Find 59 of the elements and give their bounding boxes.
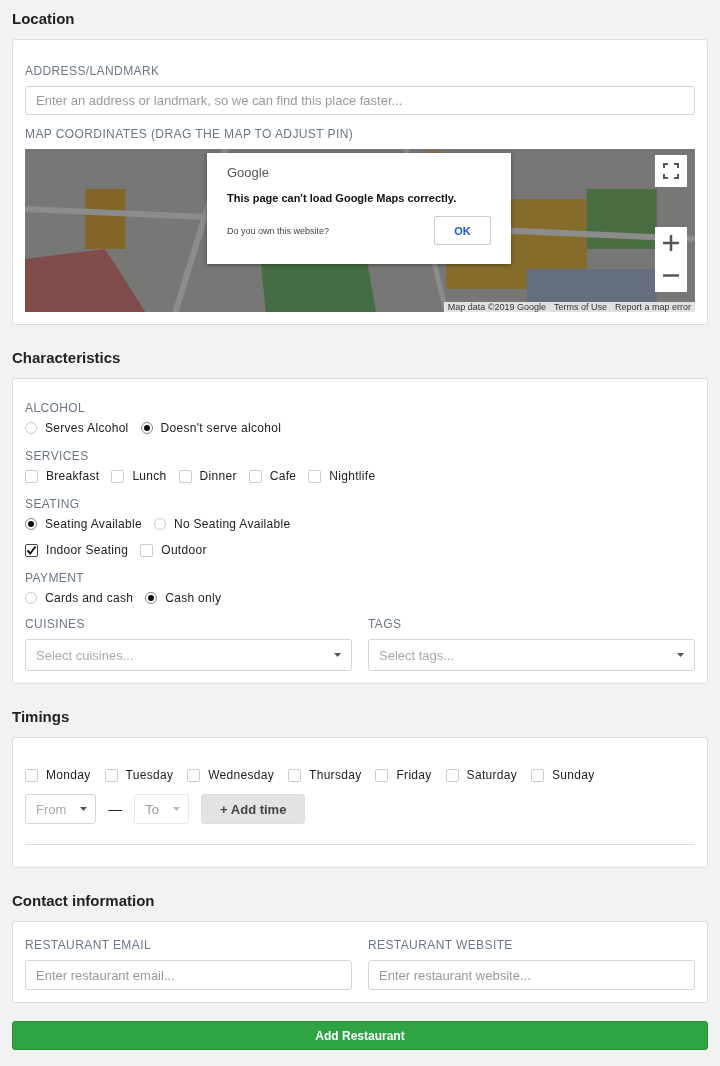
dialog-message: This page can't load Google Maps correctly. [227,192,457,204]
caret-icon [677,653,684,657]
option-label: Friday [396,768,432,782]
select-field[interactable]: Select cuisines... [25,639,352,671]
field-label: MAP COORDINATES (DRAG THE MAP TO ADJUST PIN) [25,127,354,141]
caret-icon [334,653,341,657]
field-label: RESTAURANT EMAIL [25,938,151,952]
group-label: SERVICES [25,449,89,463]
option-label: Cards and cash [45,591,134,605]
option-label: Sunday [552,768,595,782]
option-label: Monday [46,768,91,782]
field-label: RESTAURANT WEBSITE [368,938,513,952]
section-heading: Contact information [12,892,155,909]
option-label: Wednesday [208,768,275,782]
caret-icon [173,807,181,811]
fullscreen-icon [663,163,679,179]
add-time-button[interactable]: + Add time [201,794,306,824]
field-label: ADDRESS/LANDMARK [25,64,160,78]
dialog-question: Do you own this website? [227,225,330,236]
group-label: SEATING [25,497,80,511]
map-attribution: Map data ©2019 Google [447,302,546,312]
dialog-brand: Google [227,165,269,180]
select-field[interactable]: Select tags... [368,639,695,671]
option-label: Thursday [309,768,362,782]
range-dash: — [108,801,123,817]
field-label: CUISINES [25,617,85,631]
map-link[interactable]: Report a map error [614,302,691,312]
option-label: Nightlife [329,469,376,483]
plus-icon [663,235,679,252]
option-label: Cafe [269,469,297,483]
section-heading: Characteristics [12,349,121,366]
option-label: No Seating Available [173,517,291,531]
option-label: Breakfast [46,469,100,483]
option-label: Doesn't serve alcohol [160,421,282,435]
caret-icon [80,807,88,811]
add-restaurant-button[interactable]: Add Restaurant [12,1021,708,1050]
text-field[interactable]: Enter restaurant website... [368,960,695,990]
minus-icon [663,274,679,278]
option-label: Outdoor [161,543,207,557]
option-label: Cash only [165,591,222,605]
map-link[interactable]: Terms of Use [553,302,607,312]
section-heading: Timings [12,708,70,725]
field-label: TAGS [368,617,402,631]
group-label: PAYMENT [25,571,85,585]
from-select[interactable]: From [25,794,97,824]
option-label: Lunch [132,469,167,483]
address-field[interactable]: Enter an address or landmark, so we can find this place faster... [25,86,695,115]
checkbox[interactable] [25,543,38,557]
option-label: Seating Available [45,517,142,531]
group-label: ALCOHOL [25,401,86,415]
option-label: Serves Alcohol [45,421,129,435]
option-label: Saturday [466,768,518,782]
option-label: Dinner [199,469,237,483]
ok-button[interactable]: OK [434,216,491,245]
text-field[interactable]: Enter restaurant email... [25,960,352,990]
fullscreen-button[interactable] [655,155,687,187]
option-label: Indoor Seating [46,543,129,557]
option-label: Tuesday [125,768,174,782]
section-heading: Location [12,10,75,27]
